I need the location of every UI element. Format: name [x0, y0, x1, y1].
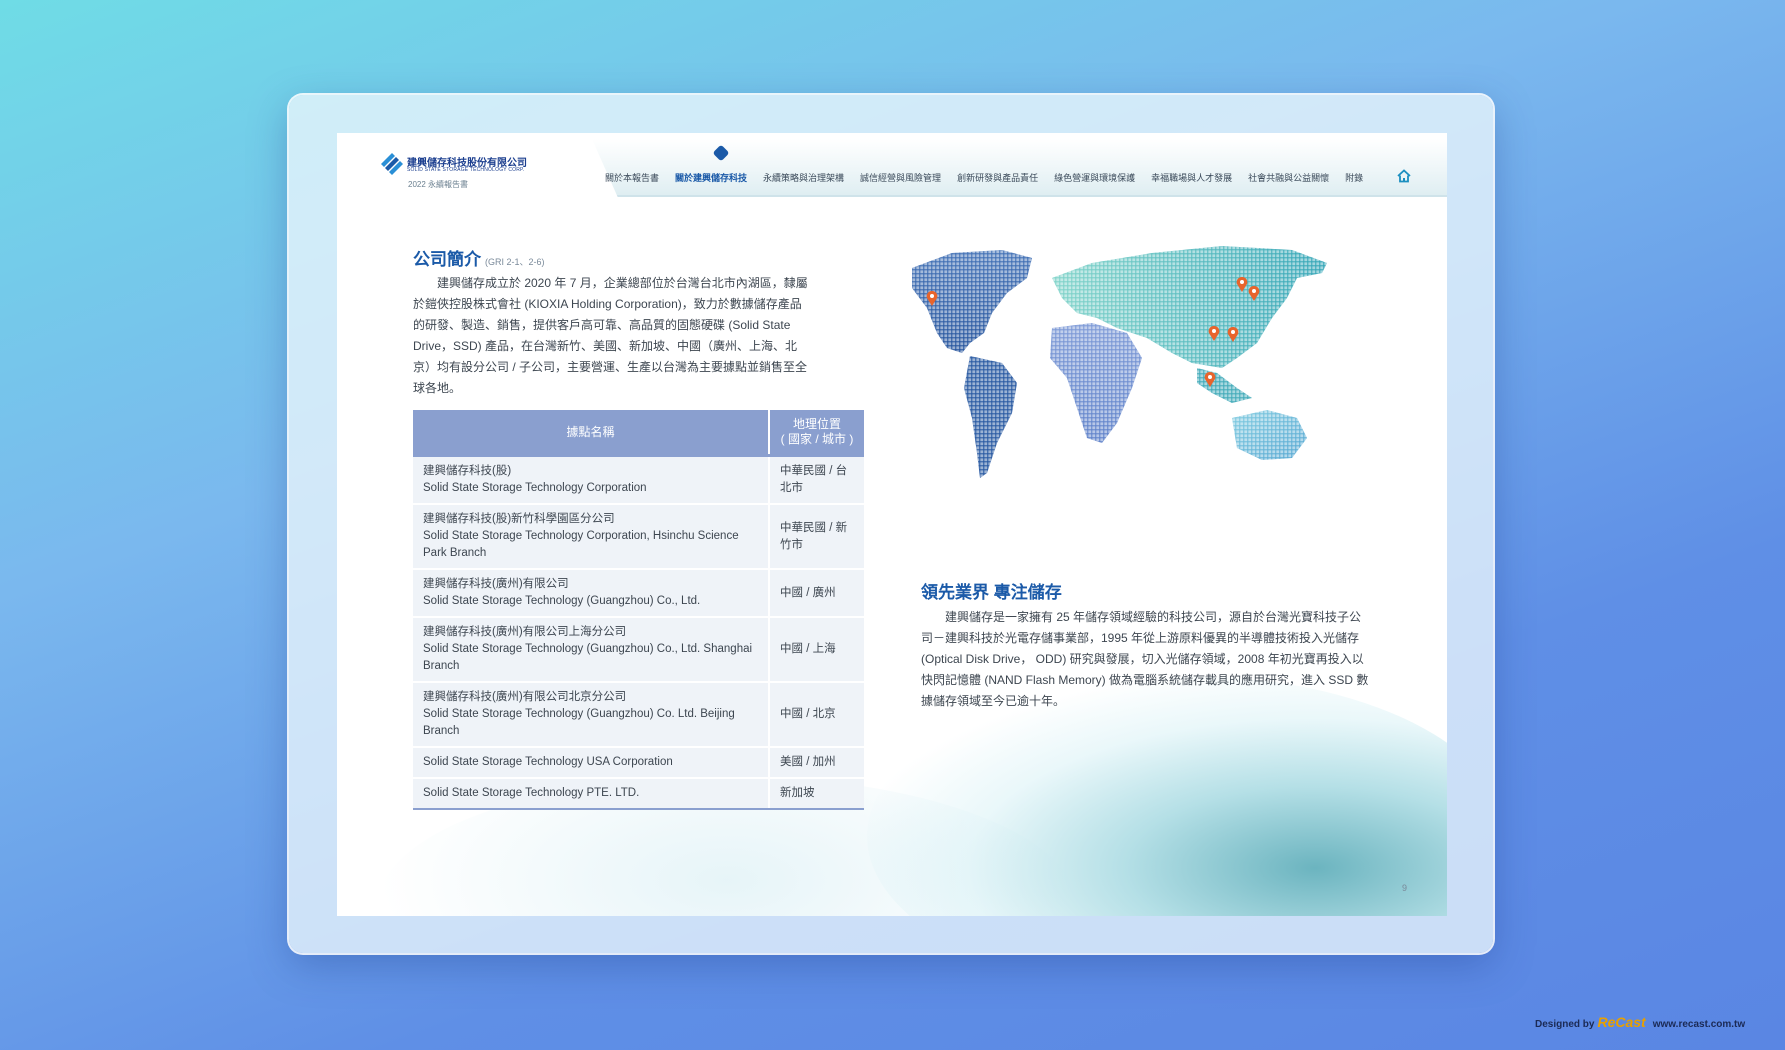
background-wave [867, 676, 1447, 916]
site-name-en: Solid State Storage Technology USA Corpo… [423, 756, 673, 768]
site-name-cell: 建興儲存科技(廣州)有限公司 Solid State Storage Techno… [413, 568, 769, 617]
table-row: 建興儲存科技(廣州)有限公司上海分公司 Solid State Storage T… [413, 616, 864, 682]
site-name-en: Solid State Storage Technology Corporati… [423, 530, 739, 559]
site-name-cell: Solid State Storage Technology USA Corpo… [413, 746, 769, 778]
site-name-cn: 建興儲存科技(股)新竹科學園區分公司 [423, 513, 615, 525]
site-location: 中華民國 / 新竹市 [768, 503, 864, 569]
page-number: 9 [1402, 883, 1408, 893]
table-row: 建興儲存科技(廣州)有限公司北京分公司 Solid State Storage T… [413, 681, 864, 747]
site-name-cn: 建興儲存科技(股) [423, 465, 512, 477]
nav-item-innovation[interactable]: 創新研發與產品責任 [957, 171, 1038, 184]
home-icon[interactable] [1397, 169, 1411, 183]
logo-mark-icon [381, 153, 403, 175]
table-header-site-name: 據點名稱 [413, 410, 770, 456]
table-row: 建興儲存科技(股) Solid State Storage Technology … [413, 454, 864, 504]
sites-table: 據點名稱 地理位置 ( 國家 / 城市 ) 建興儲存科技(股) Solid Sta… [413, 410, 864, 810]
site-location: 中國 / 北京 [768, 681, 864, 747]
recast-logo[interactable]: ReCast [1597, 1014, 1645, 1030]
nav-item-society[interactable]: 社會共融與公益關懷 [1248, 171, 1329, 184]
company-intro-heading: 公司簡介 [413, 250, 481, 269]
site-name-en: Solid State Storage Technology Corporati… [423, 482, 647, 494]
australia [1232, 410, 1307, 460]
nav-item-appendix[interactable]: 附錄 [1345, 171, 1363, 184]
chapter-nav: 關於本報告書 關於建興儲存科技 永續策略與治理架構 誠信經營與風險管理 創新研發… [605, 171, 1379, 184]
company-intro-body: 建興儲存成立於 2020 年 7 月，企業總部位於台灣台北市內湖區，隸屬於鎧俠控… [413, 276, 808, 395]
site-name-cell: 建興儲存科技(廣州)有限公司北京分公司 Solid State Storage T… [413, 681, 769, 747]
site-name-en: Solid State Storage Technology (Guangzho… [423, 643, 753, 672]
page-header: 建興儲存科技股份有限公司 SOLID STATE STORAGE TECHNOL… [337, 133, 1447, 197]
report-title: 2022 永續報告書 [408, 180, 469, 189]
africa [1050, 323, 1142, 443]
site-name-en: Solid State Storage Technology PTE. LTD. [423, 787, 640, 799]
nav-item-strategy[interactable]: 永續策略與治理架構 [763, 171, 844, 184]
south-america [964, 356, 1017, 478]
site-name-cn: 建興儲存科技(廣州)有限公司 [423, 578, 569, 590]
company-name-en: SOLID STATE STORAGE TECHNOLOGY CORP. [407, 167, 525, 173]
nav-item-about-report[interactable]: 關於本報告書 [605, 171, 659, 184]
gri-reference: (GRI 2-1、2-6) [485, 257, 545, 267]
nav-item-green[interactable]: 綠色營運與環境保護 [1054, 171, 1135, 184]
site-location: 中國 / 上海 [768, 616, 864, 682]
site-location: 中華民國 / 台北市 [768, 454, 864, 504]
table-row: Solid State Storage Technology USA Corpo… [413, 746, 864, 778]
site-name-cn: 建興儲存科技(廣州)有限公司北京分公司 [423, 691, 627, 703]
southeast-asia [1197, 368, 1252, 403]
world-map [912, 246, 1327, 478]
credit-prefix: Designed by [1535, 1019, 1595, 1030]
site-name-cell: 建興儲存科技(廣州)有限公司上海分公司 Solid State Storage T… [413, 616, 769, 682]
company-intro-title: 公司簡介 (GRI 2-1、2-6) [413, 245, 545, 270]
site-name-en: Solid State Storage Technology (Guangzho… [423, 595, 701, 607]
table-row: 建興儲存科技(股)新竹科學園區分公司 Solid State Storage Te… [413, 503, 864, 569]
site-name-cell: Solid State Storage Technology PTE. LTD. [413, 777, 769, 810]
site-name-cell: 建興儲存科技(股) Solid State Storage Technology … [413, 454, 769, 504]
nav-item-about-company[interactable]: 關於建興儲存科技 [675, 171, 747, 184]
site-location: 中國 / 廣州 [768, 568, 864, 617]
leading-title: 領先業界 專注儲存 [921, 583, 1062, 602]
table-row: Solid State Storage Technology PTE. LTD.… [413, 777, 864, 810]
site-location: 新加坡 [768, 777, 864, 810]
site-location: 美國 / 加州 [768, 746, 864, 778]
site-name-en: Solid State Storage Technology (Guangzho… [423, 708, 735, 737]
site-name-cell: 建興儲存科技(股)新竹科學園區分公司 Solid State Storage Te… [413, 503, 769, 569]
nav-item-workplace[interactable]: 幸福職場與人才發展 [1151, 171, 1232, 184]
report-page: 建興儲存科技股份有限公司 SOLID STATE STORAGE TECHNOL… [337, 133, 1447, 916]
table-header-location: 地理位置 ( 國家 / 城市 ) [769, 410, 864, 456]
table-row: 建興儲存科技(廣州)有限公司 Solid State Storage Techno… [413, 568, 864, 617]
leading-body: 建興儲存是一家擁有 25 年儲存領域經驗的科技公司，源自於台灣光寶科技子公司－建… [921, 610, 1369, 708]
site-name-cn: 建興儲存科技(廣州)有限公司上海分公司 [423, 626, 627, 638]
nav-item-integrity[interactable]: 誠信經營與風險管理 [860, 171, 941, 184]
credit-url[interactable]: www.recast.com.tw [1653, 1019, 1745, 1030]
designer-credit: Designed by ReCast www.recast.com.tw [1535, 1014, 1745, 1030]
